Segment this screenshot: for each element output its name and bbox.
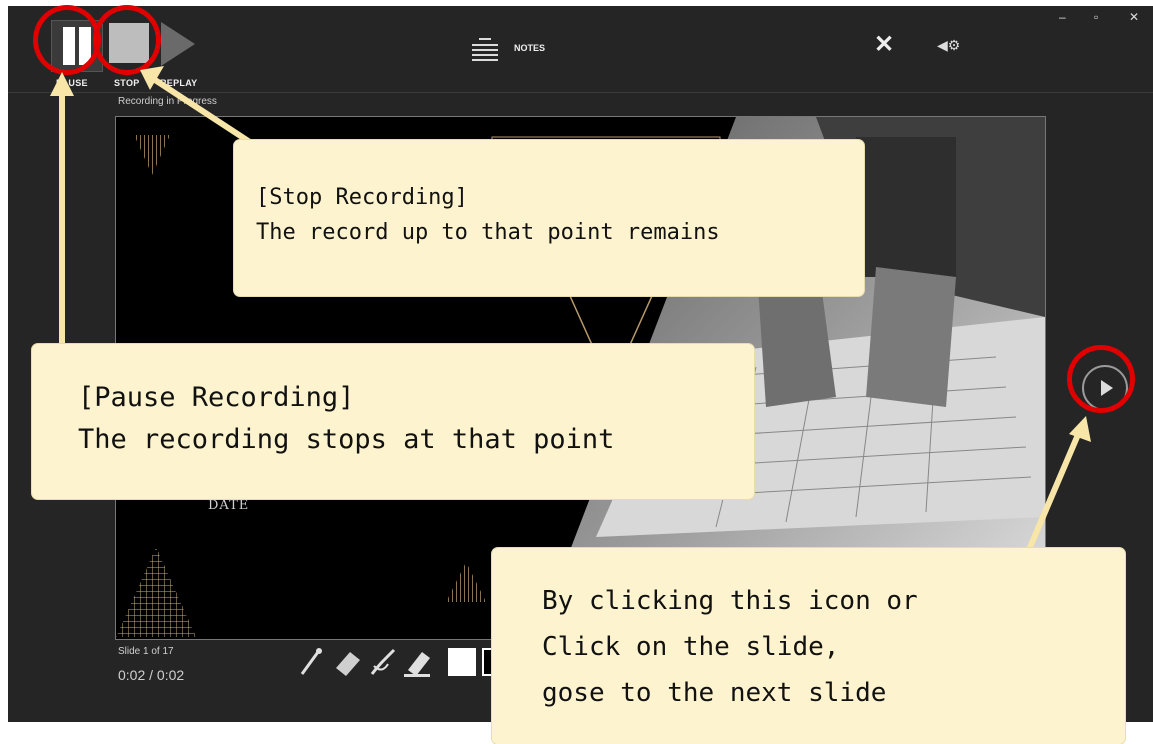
- recording-status: Recording in Progress: [118, 96, 217, 107]
- speaker-settings-icon[interactable]: ◀⚙: [937, 37, 960, 54]
- stop-callout-body: The record up to that point remains: [256, 220, 720, 245]
- eraser-icon[interactable]: [332, 646, 362, 678]
- pause-recording-callout: [Pause Recording] The recording stops at…: [32, 344, 754, 499]
- laser-pointer-icon[interactable]: [298, 646, 326, 678]
- next-slide-callout: By clicking this icon or Click on the sl…: [492, 548, 1125, 744]
- next-highlight-ring: [1067, 345, 1135, 413]
- recording-timer: 0:02 / 0:02: [118, 667, 185, 683]
- recording-toolbar: PAUSE STOP REPLAY NOTES ✕ ◀⚙ – ▫ ✕: [8, 6, 1153, 93]
- stop-callout-title: [Stop Recording]: [256, 185, 468, 210]
- notes-icon[interactable]: [472, 34, 498, 61]
- replay-icon[interactable]: [161, 22, 195, 66]
- pen-icon[interactable]: [368, 646, 398, 678]
- highlighter-icon[interactable]: [402, 646, 432, 678]
- color-swatch-white[interactable]: [448, 648, 476, 676]
- notes-button-label[interactable]: NOTES: [514, 43, 545, 53]
- pause-callout-body: The recording stops at that point: [78, 424, 615, 455]
- pause-button-label: PAUSE: [56, 78, 88, 88]
- close-icon[interactable]: ✕: [874, 33, 894, 57]
- replay-button-label: REPLAY: [160, 78, 198, 88]
- next-callout-line3: gose to the next slide: [542, 678, 887, 708]
- restore-icon[interactable]: ▫: [1094, 10, 1098, 24]
- stop-button-label: STOP: [114, 78, 140, 88]
- stop-recording-callout: [Stop Recording] The record up to that p…: [234, 140, 864, 296]
- next-callout-line1: By clicking this icon or: [542, 586, 918, 616]
- pause-callout-title: [Pause Recording]: [78, 382, 355, 413]
- pause-highlight-ring: [33, 5, 101, 75]
- window-close-icon[interactable]: ✕: [1129, 10, 1139, 24]
- slide-counter: Slide 1 of 17: [118, 646, 174, 657]
- next-callout-line2: Click on the slide,: [542, 632, 840, 662]
- stop-highlight-ring: [93, 5, 161, 75]
- minimize-icon[interactable]: –: [1059, 10, 1066, 24]
- slide-date-text: DATE: [208, 498, 249, 513]
